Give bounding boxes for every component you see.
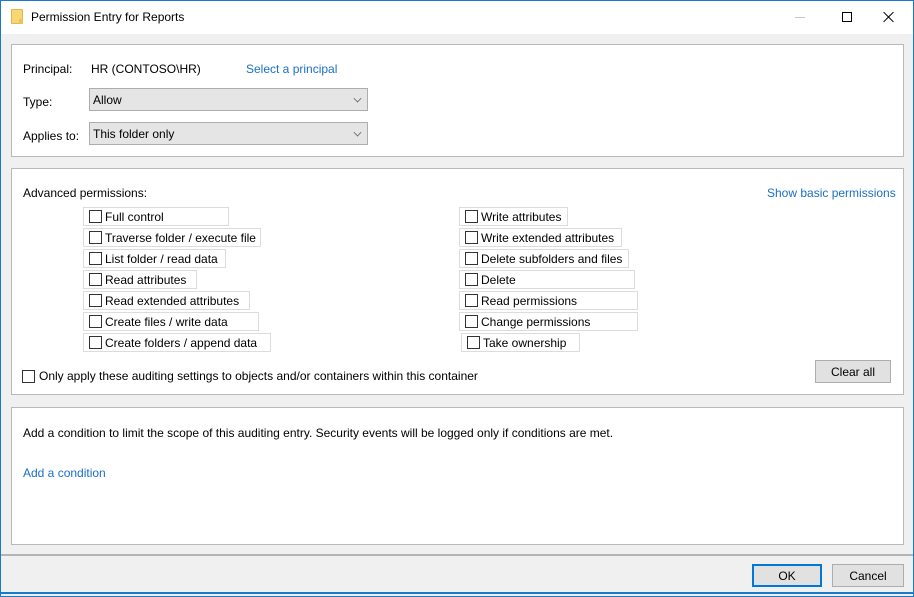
checkbox-label: Full control [105, 209, 164, 224]
close-icon [883, 11, 895, 23]
permission-checkbox-create-files[interactable]: Create files / write data [83, 312, 259, 331]
checkbox-icon[interactable] [89, 273, 102, 286]
checkbox-label: Read permissions [481, 293, 578, 308]
applies-to-select-value: This folder only [93, 127, 175, 141]
type-select[interactable]: Allow [89, 88, 368, 111]
show-basic-permissions-link[interactable]: Show basic permissions [767, 186, 896, 200]
add-condition-link[interactable]: Add a condition [23, 466, 106, 480]
window-bottom-border [1, 592, 913, 594]
folder-icon [11, 9, 23, 24]
type-label: Type: [23, 95, 53, 109]
checkbox-label: Delete [481, 272, 516, 287]
permission-checkbox-list-folder[interactable]: List folder / read data [83, 249, 226, 268]
checkbox-label: Take ownership [483, 335, 567, 350]
permission-checkbox-read-extended-attributes[interactable]: Read extended attributes [83, 291, 250, 310]
select-principal-link[interactable]: Select a principal [246, 62, 337, 76]
condition-description: Add a condition to limit the scope of th… [23, 426, 614, 440]
minimize-icon [795, 16, 805, 18]
checkbox-icon[interactable] [465, 315, 478, 328]
checkbox-label: List folder / read data [105, 251, 218, 266]
window-title: Permission Entry for Reports [31, 10, 185, 24]
permission-checkbox-take-ownership[interactable]: Take ownership [461, 333, 580, 352]
checkbox-icon[interactable] [467, 336, 480, 349]
applies-to-label: Applies to: [23, 129, 80, 143]
minimize-button[interactable] [777, 1, 823, 33]
checkbox-icon[interactable] [89, 210, 102, 223]
checkbox-icon[interactable] [465, 273, 478, 286]
permission-checkbox-write-attributes[interactable]: Write attributes [459, 207, 568, 226]
clear-all-button[interactable]: Clear all [815, 360, 891, 383]
checkbox-label: Create files / write data [105, 314, 228, 329]
cancel-button[interactable]: Cancel [832, 564, 904, 587]
advanced-permissions-panel: Advanced permissions: Show basic permiss… [11, 168, 904, 395]
principal-value: HR (CONTOSO\HR) [91, 62, 201, 76]
condition-panel: Add a condition to limit the scope of th… [11, 407, 904, 545]
principal-label: Principal: [23, 62, 73, 76]
advanced-permissions-label: Advanced permissions: [23, 186, 148, 200]
title-bar[interactable]: Permission Entry for Reports [1, 1, 913, 34]
maximize-button[interactable] [824, 1, 870, 33]
checkbox-icon[interactable] [465, 210, 478, 223]
checkbox-icon[interactable] [89, 315, 102, 328]
checkbox-icon[interactable] [465, 252, 478, 265]
checkbox-icon[interactable] [89, 294, 102, 307]
checkbox-label: Change permissions [481, 314, 591, 329]
ok-button[interactable]: OK [752, 564, 822, 587]
checkbox-label: Write extended attributes [481, 230, 615, 245]
permission-entry-dialog: Permission Entry for Reports Principal: … [0, 0, 914, 597]
permission-checkbox-full-control[interactable]: Full control [83, 207, 229, 226]
permission-checkbox-read-permissions[interactable]: Read permissions [459, 291, 638, 310]
checkbox-label: Traverse folder / execute file [105, 230, 256, 245]
checkbox-label: Read attributes [105, 272, 187, 287]
checkbox-icon[interactable] [89, 336, 102, 349]
type-select-value: Allow [93, 93, 122, 107]
checkbox-label: Delete subfolders and files [481, 251, 623, 266]
permission-checkbox-delete-subfolders[interactable]: Delete subfolders and files [459, 249, 629, 268]
permission-checkbox-write-extended-attributes[interactable]: Write extended attributes [459, 228, 622, 247]
maximize-icon [842, 12, 852, 22]
permission-checkbox-read-attributes[interactable]: Read attributes [83, 270, 197, 289]
only-apply-label: Only apply these auditing settings to ob… [39, 369, 478, 383]
checkbox-label: Create folders / append data [105, 335, 258, 350]
checkbox-icon[interactable] [22, 369, 35, 383]
checkbox-icon[interactable] [89, 231, 102, 244]
chevron-down-icon [353, 128, 362, 137]
close-button[interactable] [866, 1, 912, 33]
only-apply-checkbox[interactable]: Only apply these auditing settings to ob… [22, 369, 478, 383]
checkbox-label: Write attributes [481, 209, 562, 224]
footer-divider [1, 554, 913, 556]
checkbox-icon[interactable] [89, 252, 102, 265]
applies-to-select[interactable]: This folder only [89, 122, 368, 145]
permission-checkbox-traverse-folder[interactable]: Traverse folder / execute file [83, 228, 261, 247]
principal-panel: Principal: HR (CONTOSO\HR) Select a prin… [11, 44, 904, 157]
chevron-down-icon [353, 94, 362, 103]
permission-checkbox-delete[interactable]: Delete [459, 270, 635, 289]
checkbox-icon[interactable] [465, 231, 478, 244]
permission-checkbox-change-permissions[interactable]: Change permissions [459, 312, 638, 331]
permission-checkbox-create-folders[interactable]: Create folders / append data [83, 333, 271, 352]
checkbox-icon[interactable] [465, 294, 478, 307]
checkbox-label: Read extended attributes [105, 293, 240, 308]
